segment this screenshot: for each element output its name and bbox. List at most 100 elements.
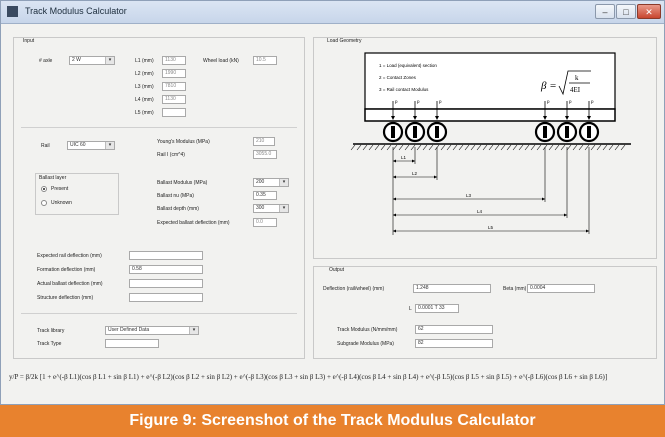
ground-hatch bbox=[494, 144, 500, 151]
dimension-label: L5 bbox=[488, 225, 494, 230]
ground-hatch bbox=[584, 144, 590, 151]
maximize-button[interactable]: □ bbox=[616, 4, 636, 19]
ballast-mod-label: Ballast Modulus (MPa) bbox=[157, 180, 208, 186]
ground-hatch bbox=[386, 144, 392, 151]
unknown-radio[interactable] bbox=[41, 200, 47, 206]
divider bbox=[21, 127, 297, 128]
present-radio[interactable] bbox=[41, 186, 47, 192]
ground-hatch bbox=[572, 144, 578, 151]
chevron-down-icon: ▾ bbox=[105, 57, 114, 64]
ground-hatch bbox=[566, 144, 572, 151]
rail-E-input[interactable]: 210 bbox=[253, 137, 275, 146]
ground-hatch bbox=[350, 144, 356, 151]
l4-label: L4 (mm) bbox=[135, 97, 154, 103]
formation-label: Formation deflection (mm) bbox=[37, 267, 96, 273]
figure-caption: Figure 9: Screenshot of the Track Modulu… bbox=[0, 405, 665, 437]
subgrade-output: 82 bbox=[415, 339, 493, 348]
load-geometry-diagram: 1 = Load (equivalent) section 2 = Contac… bbox=[350, 52, 631, 235]
structure-label: Structure deflection (mm) bbox=[37, 295, 94, 301]
ground-hatch bbox=[458, 144, 464, 151]
minimize-button[interactable]: – bbox=[595, 4, 615, 19]
l1-input[interactable]: 1130 bbox=[162, 56, 186, 65]
formula-denominator: 4EI bbox=[570, 86, 581, 94]
ground-hatch bbox=[392, 144, 398, 151]
legend-3: 3 = Rail contact Modulus bbox=[379, 87, 429, 92]
dimension-line: L5 bbox=[393, 147, 590, 234]
actual-ballast-label: Actual ballast deflection (mm) bbox=[37, 281, 103, 287]
ground-hatch bbox=[554, 144, 560, 151]
present-label: Present bbox=[51, 186, 69, 192]
l4-input[interactable]: 1130 bbox=[162, 95, 186, 104]
formation-input[interactable]: 0.58 bbox=[129, 265, 203, 274]
track-mod-label: Track Modulus (N/mm/mm) bbox=[337, 327, 398, 333]
l2-input[interactable]: 1990 bbox=[162, 69, 186, 78]
close-button[interactable]: ✕ bbox=[637, 4, 661, 19]
axle-select[interactable]: 2 W ▾ bbox=[69, 56, 115, 65]
ground-hatch bbox=[512, 144, 518, 151]
ballast-depth-select[interactable]: 300 ▾ bbox=[253, 204, 289, 213]
ballast-nu-input[interactable]: 0.35 bbox=[253, 191, 277, 200]
l3-input[interactable]: 7810 bbox=[162, 82, 186, 91]
ground-hatch bbox=[500, 144, 506, 151]
ground-hatch bbox=[428, 144, 434, 151]
wheel-icon bbox=[578, 121, 600, 143]
wheel-icon bbox=[426, 121, 448, 143]
track-mod-output: 62 bbox=[415, 325, 493, 334]
ground-hatch bbox=[560, 144, 566, 151]
ground-hatch bbox=[410, 144, 416, 151]
dimension-label: L1 bbox=[401, 155, 407, 160]
ground-hatch bbox=[476, 144, 482, 151]
ground-hatch bbox=[452, 144, 458, 151]
rail-label: Rail bbox=[41, 143, 50, 149]
chevron-down-icon: ▾ bbox=[279, 179, 288, 186]
ballast-mod-select[interactable]: 200 ▾ bbox=[253, 178, 289, 187]
l5-input[interactable] bbox=[162, 108, 186, 117]
track-library-select[interactable]: User Defined Data ▾ bbox=[105, 326, 199, 335]
ballast-defl-input[interactable]: 0.0 bbox=[253, 218, 277, 227]
title-bar: Track Modulus Calculator – □ ✕ bbox=[1, 1, 664, 24]
ground-hatch bbox=[440, 144, 446, 151]
ballast-defl-label: Expected ballast deflection (mm) bbox=[157, 220, 230, 226]
dimension-line: L4 bbox=[393, 147, 568, 218]
ground-hatch bbox=[578, 144, 584, 151]
ground-hatch bbox=[524, 144, 530, 151]
rail-defl-output: 1.248 bbox=[413, 284, 491, 293]
l5-label: L5 (mm) bbox=[135, 110, 154, 116]
dimension-label: L4 bbox=[477, 209, 483, 214]
ground-hatch bbox=[518, 144, 524, 151]
ground-hatch bbox=[536, 144, 542, 151]
app-icon bbox=[7, 6, 18, 17]
exp-rail-input[interactable] bbox=[129, 251, 203, 260]
divider bbox=[21, 313, 297, 314]
rail-I-input[interactable]: 3055.0 bbox=[253, 150, 277, 159]
ground-hatch bbox=[422, 144, 428, 151]
beta-symbol: β = bbox=[540, 80, 557, 92]
ground-hatch bbox=[374, 144, 380, 151]
ballast-group-title: Ballast layer bbox=[39, 175, 67, 181]
rail-beam bbox=[364, 108, 616, 122]
ground-hatch bbox=[368, 144, 374, 151]
track-library-label: Track library bbox=[37, 328, 65, 334]
wheel-icon bbox=[404, 121, 426, 143]
ballast-depth-label: Ballast depth (mm) bbox=[157, 206, 199, 212]
rail-defl-label: Deflection (rail/wheel) (mm) bbox=[323, 286, 385, 292]
exp-rail-label: Expected rail deflection (mm) bbox=[37, 253, 102, 259]
chevron-down-icon: ▾ bbox=[279, 205, 288, 212]
ground-hatch bbox=[548, 144, 554, 151]
formula-numerator: k bbox=[575, 74, 579, 82]
rail-I-label: Rail I (cm^4) bbox=[157, 152, 185, 158]
ground-hatch bbox=[464, 144, 470, 151]
chevron-down-icon: ▾ bbox=[189, 327, 198, 334]
actual-ballast-input[interactable] bbox=[129, 279, 203, 288]
beta-output: 0.0004 bbox=[527, 284, 595, 293]
rail-E-label: Young's Modulus (MPa) bbox=[157, 139, 210, 145]
wheel-load-input[interactable]: 10.5 bbox=[253, 56, 277, 65]
track-type-input[interactable] bbox=[105, 339, 159, 348]
beta-output-label: Beta (mm) bbox=[503, 286, 527, 292]
ground-hatch bbox=[446, 144, 452, 151]
ground-hatch bbox=[404, 144, 410, 151]
ground-hatch bbox=[602, 144, 608, 151]
rail-select[interactable]: UIC 60 ▾ bbox=[67, 141, 115, 150]
wheel-load-label: Wheel load (kN) bbox=[203, 58, 239, 64]
structure-input[interactable] bbox=[129, 293, 203, 302]
